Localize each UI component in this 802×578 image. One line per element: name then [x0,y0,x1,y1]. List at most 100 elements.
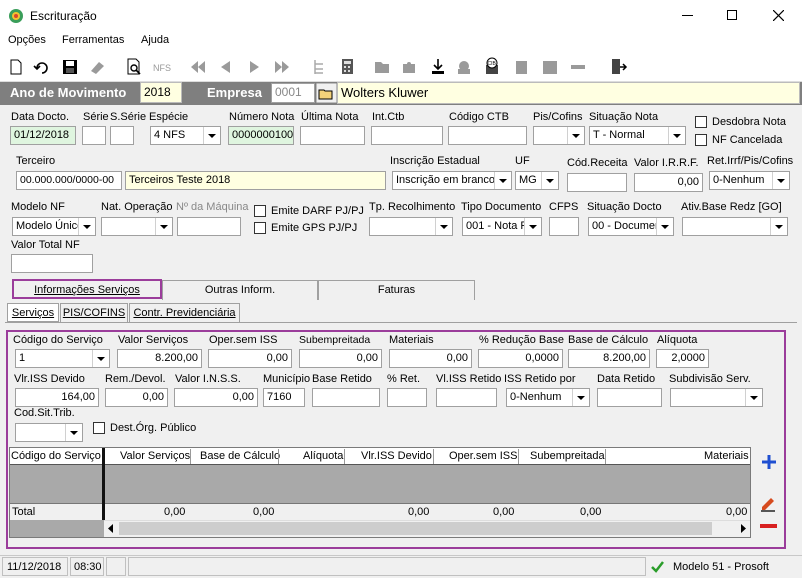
valinss-input[interactable]: 0,00 [174,388,258,407]
codreceita-input[interactable] [567,173,627,192]
ie-select[interactable]: Inscrição em branco [392,171,512,190]
tab-outras-inform[interactable]: Outras Inform. [162,280,318,300]
grid-header-opersemiss[interactable]: Oper.sem ISS [449,450,517,462]
basecalc-input[interactable]: 8.200,00 [568,349,650,368]
grid-header-codserv[interactable]: Código do Serviço [11,450,101,462]
gps-checkbox[interactable] [254,222,266,234]
aliquota-label: Alíquota [657,334,698,346]
vlissretido-label: Vl.ISS Retido [436,373,502,385]
retirrf-select[interactable]: 0-Nenhum [709,171,790,190]
municipio-input[interactable]: 7160 [263,388,305,407]
edit-row-icon[interactable] [759,494,777,512]
vlrissdev-label: Vlr.ISS Devido [14,373,85,385]
preview-icon[interactable] [124,57,144,77]
grid-header-materiais[interactable]: Materiais [704,450,749,462]
tab-contr-previdenciaria[interactable]: Contr. Previdenciária [129,303,240,322]
materiais-input[interactable]: 0,00 [389,349,472,368]
grid-header-vlrissdev[interactable]: Vlr.ISS Devido [361,450,432,462]
nf-cancelada-checkbox[interactable] [695,134,707,146]
issretidopor-select[interactable]: 0-Nenhum [506,388,590,407]
valortotal-input[interactable] [11,254,93,273]
especie-select[interactable]: 4 NFS [150,126,221,145]
calculator-icon[interactable] [338,57,358,77]
darf-checkbox[interactable] [254,205,266,217]
grid-hscroll-thumb[interactable] [119,522,712,535]
tprec-select[interactable] [369,217,453,236]
data-docto-input[interactable]: 01/12/2018 [10,126,76,145]
piscofins-select[interactable] [533,126,585,145]
save-icon[interactable] [60,57,80,77]
destorg-checkbox[interactable] [93,422,105,434]
open-folder-icon[interactable] [316,83,337,103]
terceiro-nome-input[interactable]: Terceiros Teste 2018 [125,171,386,190]
grid-header-subempr[interactable]: Subempreitada [530,450,605,462]
numero-nota-input[interactable]: 0000000100 [228,126,294,145]
grid-header-aliquota[interactable]: Alíquota [303,450,343,462]
valserv-label: Valor Serviços [118,334,189,346]
menu-opcoes[interactable]: Opções [8,34,46,46]
empresa-code-input[interactable]: 0001 [271,83,315,103]
tab-faturas[interactable]: Faturas [318,280,475,300]
sserie-input[interactable] [110,126,134,145]
cfps-input[interactable] [549,217,579,236]
reducao-input[interactable]: 0,0000 [478,349,563,368]
modelo-nf-select[interactable]: Modelo Único [12,217,96,236]
dataretido-input[interactable] [597,388,662,407]
minimize-icon[interactable] [682,15,693,16]
menu-ferramentas[interactable]: Ferramentas [62,34,124,46]
vlrissdev-input[interactable]: 164,00 [15,388,99,407]
subempr-input[interactable]: 0,00 [299,349,382,368]
grid-total-label: Total [12,506,36,518]
empresa-name-input[interactable]: Wolters Kluwer [337,82,800,104]
grid-header-basecalc[interactable]: Base de Cálculo [200,450,280,462]
retirrf-label: Ret.Irrf/Pis/Cofins [707,155,794,167]
group-icon [458,61,470,74]
add-row-icon[interactable] [761,454,777,470]
grid-header-valserv[interactable]: Valor Serviços [120,450,190,462]
menu-ajuda[interactable]: Ajuda [141,34,169,46]
serie-input[interactable] [82,126,106,145]
intctb-input[interactable] [371,126,443,145]
codctb-input[interactable] [448,126,527,145]
maquina-input[interactable] [177,217,241,236]
vlissretido-input[interactable] [436,388,497,407]
situacao-select[interactable]: T - Normal [589,126,686,145]
ano-input[interactable]: 2018 [140,82,182,103]
tab-servicos[interactable]: Serviços [7,303,59,322]
valserv-input[interactable]: 8.200,00 [117,349,202,368]
scroll-left-icon[interactable] [107,524,115,533]
ultima-nota-input[interactable] [300,126,365,145]
close-icon[interactable] [773,10,784,21]
maximize-icon[interactable] [727,10,737,20]
grid-header-sep [278,449,279,464]
natop-select[interactable] [101,217,173,236]
codsit-select[interactable] [15,423,83,442]
remove-row-icon[interactable] [760,522,777,530]
terceiro-doc-input[interactable]: 00.000.000/0000-00 [16,171,122,190]
exit-icon[interactable] [608,57,628,77]
ativbase-select[interactable] [682,217,788,236]
tab-pis-cofins[interactable]: PIS/COFINS [60,303,128,322]
cib-icon[interactable]: CIB [482,57,502,77]
scroll-right-icon[interactable] [739,524,747,533]
uf-select[interactable]: MG [515,171,559,190]
subdiv-select[interactable] [670,388,763,407]
tab-informacoes-servicos[interactable]: Informações Serviços [12,279,162,299]
tipodoc-select[interactable]: 001 - Nota Fi [462,217,542,236]
remdevol-input[interactable]: 0,00 [105,388,168,407]
terceiro-label: Terceiro [16,155,56,167]
ie-label: Inscrição Estadual [390,155,480,167]
opersemiss-input[interactable]: 0,00 [208,349,292,368]
new-doc-icon[interactable] [6,57,26,77]
desdobra-checkbox[interactable] [695,116,707,128]
aliquota-input[interactable]: 2,0000 [656,349,709,368]
opersemiss-label: Oper.sem ISS [209,334,278,346]
undo-icon[interactable] [32,57,52,77]
pret-input[interactable] [387,388,427,407]
irrf-input[interactable]: 0,00 [634,173,703,192]
import-icon[interactable] [428,57,448,77]
baseretido-input[interactable] [312,388,380,407]
sitdocto-select[interactable]: 00 - Document [588,217,674,236]
codserv-select[interactable]: 1 [15,349,110,368]
puzzle-icon [403,62,415,73]
